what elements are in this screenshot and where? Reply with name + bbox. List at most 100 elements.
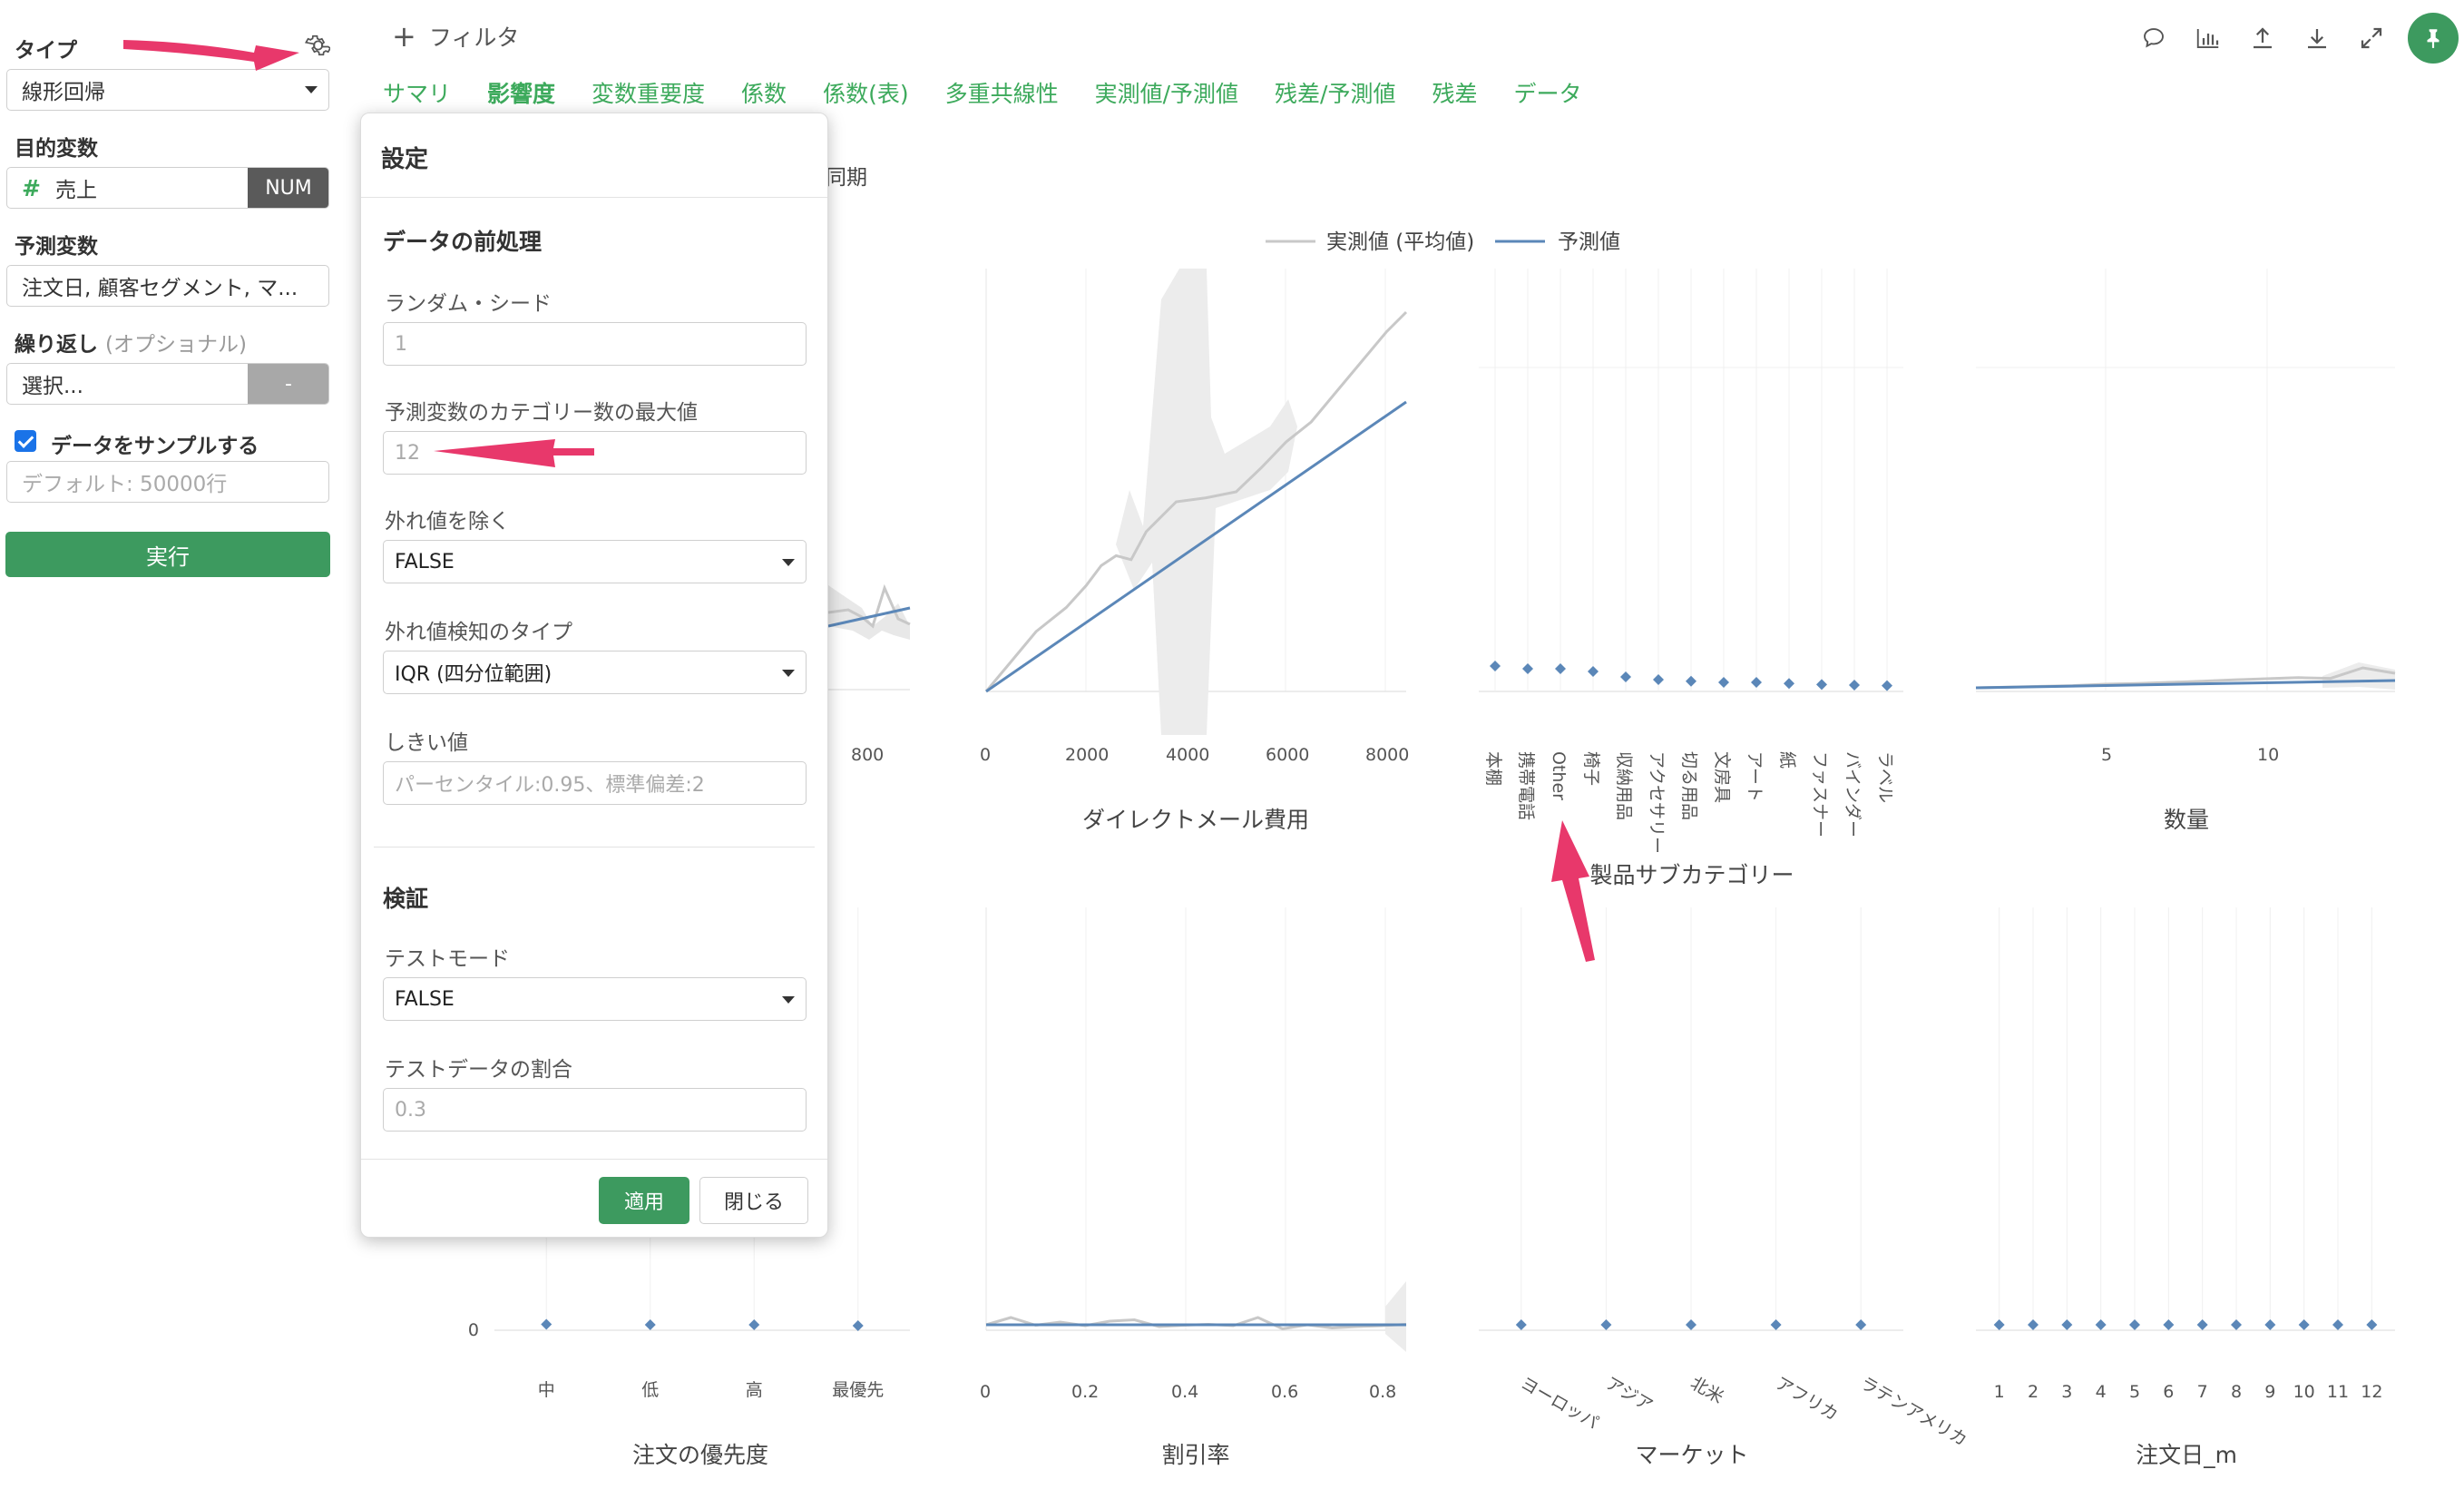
data-point[interactable]: [2332, 1319, 2343, 1330]
data-point[interactable]: [852, 1320, 864, 1331]
x-tick: 6000: [1266, 745, 1309, 765]
x-tick: アジア: [1602, 1373, 1657, 1416]
seed-placeholder: 1: [395, 332, 407, 356]
x-tick: バインダー: [1843, 751, 1863, 838]
chart-order-month: 注文日_m 1 2 3 4 5 6 7 8 9 10 11 12: [1976, 907, 2395, 1468]
close-button[interactable]: 閉じる: [699, 1177, 808, 1224]
data-point[interactable]: [1490, 661, 1501, 671]
x-tick: 7: [2197, 1382, 2208, 1402]
chart-subcategory: 製品サブカテゴリー 本棚 携帯電話 Other 椅子 収納用品 アクセサリー 切る用品 文房具…: [1479, 269, 1903, 888]
dialog-title: 設定: [381, 146, 429, 173]
x-tick: 6: [2163, 1382, 2174, 1402]
remove-outliers-select[interactable]: FALSE: [383, 540, 807, 583]
data-point[interactable]: [1686, 675, 1696, 687]
confidence-band: [2322, 662, 2395, 690]
x-tick: ファスナー: [1810, 751, 1830, 838]
data-point[interactable]: [1855, 1319, 1867, 1330]
validation-heading: 検証: [383, 886, 429, 912]
settings-dialog: 設定 データの前処理 ランダム・シード 1 予測変数のカテゴリー数の最大値 12…: [360, 113, 828, 1238]
x-tick: 携帯電話: [1516, 751, 1536, 820]
legend-actual: 実測値 (平均値): [1326, 230, 1474, 254]
x-tick: 5: [2129, 1382, 2140, 1402]
x-tick: ラテンアメリカ: [1857, 1373, 1970, 1450]
data-point[interactable]: [1588, 666, 1599, 677]
divider: [361, 197, 827, 198]
test-ratio-input[interactable]: 0.3: [383, 1088, 807, 1132]
data-point[interactable]: [2298, 1319, 2310, 1330]
test-mode-select[interactable]: FALSE: [383, 977, 807, 1021]
x-axis-title: 製品サブカテゴリー: [1589, 862, 1794, 888]
data-point[interactable]: [1882, 680, 1892, 691]
confidence-band: [828, 585, 910, 640]
data-point[interactable]: [1849, 680, 1860, 691]
data-point[interactable]: [1816, 679, 1827, 691]
x-axis-title: 注文日_m: [2136, 1442, 2237, 1468]
test-ratio-label: テストデータの割合: [385, 1058, 572, 1082]
x-tick: アクセサリー: [1647, 751, 1667, 854]
test-mode-value: FALSE: [395, 987, 455, 1011]
data-point[interactable]: [1600, 1319, 1612, 1330]
outlier-type-value: IQR (四分位範囲): [395, 663, 552, 686]
data-point[interactable]: [2366, 1319, 2378, 1330]
confidence-band: [1385, 1281, 1406, 1352]
data-point[interactable]: [541, 1318, 552, 1330]
data-point[interactable]: [1686, 1319, 1696, 1330]
x-tick: 10: [2293, 1382, 2315, 1402]
data-point[interactable]: [2095, 1319, 2107, 1330]
x-tick: 8: [2231, 1382, 2242, 1402]
x-tick: 11: [2327, 1382, 2349, 1402]
x-tick: 0.8: [1369, 1382, 1396, 1402]
chart-quantity: 5 10 数量: [1975, 269, 2396, 833]
data-point[interactable]: [2061, 1319, 2073, 1330]
chart-1: 800: [827, 583, 911, 765]
x-tick: 椅子: [1581, 751, 1601, 786]
x-tick: 4: [2096, 1382, 2107, 1402]
x-tick: 0: [980, 1382, 991, 1402]
x-tick: ヨーロッパ: [1517, 1373, 1601, 1434]
threshold-placeholder: パーセンタイル:0.95、標準偏差:2: [395, 774, 705, 797]
test-mode-label: テストモード: [385, 947, 510, 971]
data-point[interactable]: [1555, 663, 1566, 674]
data-point[interactable]: [2129, 1319, 2140, 1330]
data-point[interactable]: [1522, 663, 1533, 674]
x-tick: 800: [851, 745, 884, 765]
x-tick: 最優先: [832, 1380, 884, 1400]
chevron-down-icon: [782, 996, 795, 1004]
chart-discount: 0 0.2 0.4 0.6 0.8 割引率: [980, 907, 1407, 1468]
data-point[interactable]: [1770, 1319, 1782, 1330]
threshold-input[interactable]: パーセンタイル:0.95、標準偏差:2: [383, 761, 807, 805]
test-ratio-placeholder: 0.3: [395, 1098, 426, 1122]
x-tick: 9: [2264, 1382, 2275, 1402]
x-tick: 0.6: [1271, 1382, 1298, 1402]
apply-button[interactable]: 適用: [599, 1177, 689, 1224]
outlier-type-select[interactable]: IQR (四分位範囲): [383, 651, 807, 694]
data-point[interactable]: [1620, 671, 1631, 682]
data-point[interactable]: [644, 1319, 656, 1330]
data-point[interactable]: [1718, 677, 1729, 688]
data-point[interactable]: [2264, 1319, 2276, 1330]
max-category-input[interactable]: 12: [383, 431, 807, 475]
chevron-down-icon: [782, 559, 795, 566]
max-category-label: 予測変数のカテゴリー数の最大値: [385, 401, 698, 425]
x-tick: 1: [1994, 1382, 2005, 1402]
x-tick: 本棚: [1483, 751, 1503, 786]
threshold-label: しきい値: [385, 731, 468, 755]
data-point[interactable]: [1993, 1319, 2005, 1330]
data-point[interactable]: [1515, 1319, 1527, 1330]
remove-outliers-value: FALSE: [395, 550, 455, 573]
data-point[interactable]: [2231, 1319, 2242, 1330]
outlier-type-label: 外れ値検知のタイプ: [385, 621, 572, 644]
data-point[interactable]: [748, 1319, 760, 1330]
x-tick: 北米: [1687, 1373, 1727, 1407]
seed-input[interactable]: 1: [383, 322, 807, 366]
x-tick: 収納用品: [1614, 751, 1634, 820]
x-tick: 切る用品: [1679, 751, 1699, 820]
data-point[interactable]: [2196, 1319, 2208, 1330]
x-tick: アート: [1745, 751, 1765, 802]
confidence-band: [1116, 269, 1297, 735]
data-point[interactable]: [1751, 677, 1762, 688]
data-point[interactable]: [2163, 1319, 2175, 1330]
data-point[interactable]: [1653, 674, 1664, 685]
data-point[interactable]: [2028, 1319, 2039, 1330]
data-point[interactable]: [1784, 678, 1794, 690]
